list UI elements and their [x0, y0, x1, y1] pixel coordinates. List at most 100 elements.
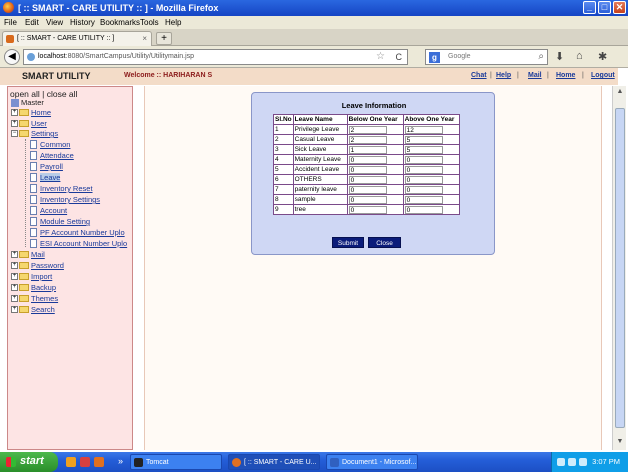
above-one-year-input[interactable]: 12 [404, 125, 443, 134]
close-button[interactable]: Close [368, 237, 401, 248]
menu-file[interactable]: File [4, 18, 17, 27]
collapse-icon[interactable]: − [11, 130, 18, 138]
maximize-button[interactable]: □ [598, 1, 611, 14]
below-one-year-input[interactable]: 0 [348, 155, 387, 164]
below-one-year-input[interactable]: 2 [348, 135, 387, 144]
sidebar-item-backup[interactable]: + Backup [11, 283, 56, 293]
below-one-year-input[interactable]: 0 [348, 175, 387, 184]
sidebar-item-inventory-settings[interactable]: Inventory Settings [30, 195, 100, 205]
browser-tab[interactable]: [ :: SMART - CARE UTILITY :: ] × [2, 31, 152, 46]
sidebar-item-settings[interactable]: − Settings [11, 129, 58, 139]
sidebar-item-payroll[interactable]: Payroll [30, 162, 63, 172]
download-icon[interactable]: ⬇ [555, 50, 564, 63]
above-one-year-input[interactable]: 5 [404, 145, 443, 154]
back-button[interactable]: ◀ [4, 49, 20, 65]
search-engine-icon[interactable]: g [429, 52, 440, 63]
expand-icon[interactable]: + [11, 262, 18, 270]
table-row: 1 Privilege Leave 2 12 [273, 124, 460, 135]
quicklaunch-icon[interactable] [80, 457, 90, 467]
folder-icon [19, 295, 29, 303]
taskbar-item-word[interactable]: Document1 - Microsof... [326, 454, 418, 470]
folder-icon [19, 109, 29, 117]
tree-root-master[interactable]: Master [11, 98, 44, 108]
sidebar-item-attendace[interactable]: Attendace [30, 151, 74, 161]
sidebar-item-home[interactable]: + Home [11, 108, 51, 118]
tray-icon[interactable] [557, 458, 565, 466]
above-one-year-input[interactable]: 0 [404, 205, 443, 214]
submit-button[interactable]: Submit [332, 237, 364, 248]
tab-close-icon[interactable]: × [142, 34, 147, 43]
sidebar-item-themes[interactable]: + Themes [11, 294, 58, 304]
above-one-year-input[interactable]: 5 [404, 135, 443, 144]
sidebar-item-inventory-reset[interactable]: Inventory Reset [30, 184, 93, 194]
sidebar-item-search[interactable]: + Search [11, 305, 55, 315]
expand-icon[interactable]: + [11, 120, 18, 128]
scroll-down-icon[interactable]: ▼ [615, 438, 625, 448]
expand-icon[interactable]: + [11, 251, 18, 259]
above-one-year-input[interactable]: 0 [404, 155, 443, 164]
sidebar-item-module-setting[interactable]: Module Setting [30, 217, 90, 227]
home-icon[interactable]: ⌂ [576, 50, 583, 62]
url-bar[interactable]: localhost:8080/SmartCampus/Utility/Utili… [23, 49, 408, 65]
close-window-button[interactable]: ✕ [613, 1, 626, 14]
scrollbar-thumb[interactable] [615, 108, 625, 428]
sidebar-item-password[interactable]: + Password [11, 261, 64, 271]
reload-icon[interactable]: C [396, 52, 403, 62]
below-one-year-input[interactable]: 0 [348, 205, 387, 214]
sidebar-item-user[interactable]: + User [11, 119, 47, 129]
menu-history[interactable]: History [70, 18, 95, 27]
below-one-year-input[interactable]: 0 [348, 195, 387, 204]
menu-edit[interactable]: Edit [25, 18, 39, 27]
expand-icon[interactable]: + [11, 273, 18, 281]
sidebar-item-import[interactable]: + Import [11, 272, 52, 282]
sidebar-item-mail[interactable]: + Mail [11, 250, 45, 260]
expand-icon[interactable]: + [11, 295, 18, 303]
mail-link[interactable]: Mail [528, 72, 542, 79]
table-cell: 5 [273, 164, 294, 175]
expand-icon[interactable]: + [11, 109, 18, 117]
quicklaunch-icon[interactable] [94, 457, 104, 467]
search-bar[interactable]: g Google ⌕ [425, 49, 548, 65]
home-link[interactable]: Home [556, 72, 575, 79]
below-one-year-input[interactable]: 0 [348, 185, 387, 194]
sidebar-item-common[interactable]: Common [30, 140, 70, 150]
sidebar-item-pf-upload[interactable]: PF Account Number Uplo [30, 228, 125, 238]
below-one-year-input[interactable]: 2 [348, 125, 387, 134]
bookmark-star-icon[interactable]: ☆ [376, 51, 385, 62]
tray-icon[interactable] [568, 458, 576, 466]
logout-link[interactable]: Logout [591, 72, 615, 79]
table-row: 3 Sick Leave 1 5 [273, 144, 460, 155]
word-icon [330, 458, 339, 467]
taskbar-item-firefox[interactable]: [ :: SMART - CARE U... [228, 454, 320, 470]
quicklaunch-chevron-icon[interactable]: » [118, 456, 123, 466]
sidebar-item-esi-upload[interactable]: ESI Account Number Uplo [30, 239, 127, 249]
tray-icon[interactable] [579, 458, 587, 466]
chat-link[interactable]: Chat [471, 72, 487, 79]
sidebar-item-account[interactable]: Account [30, 206, 67, 216]
app-brand: SMART UTILITY [22, 71, 91, 81]
below-one-year-input[interactable]: 1 [348, 145, 387, 154]
menu-view[interactable]: View [46, 18, 63, 27]
menu-bookmarks[interactable]: Bookmarks [100, 18, 140, 27]
above-one-year-input[interactable]: 0 [404, 195, 443, 204]
menu-tools[interactable]: Tools [140, 18, 159, 27]
site-identity-icon[interactable] [27, 53, 35, 61]
above-one-year-input[interactable]: 0 [404, 185, 443, 194]
expand-icon[interactable]: + [11, 306, 18, 314]
above-one-year-input[interactable]: 0 [404, 175, 443, 184]
below-one-year-input[interactable]: 0 [348, 165, 387, 174]
vertical-scrollbar[interactable]: ▲ ▼ [612, 86, 626, 450]
menu-help[interactable]: Help [165, 18, 181, 27]
search-icon[interactable]: ⌕ [538, 51, 544, 62]
new-tab-button[interactable]: + [156, 32, 172, 45]
help-link[interactable]: Help [496, 72, 511, 79]
minimize-button[interactable]: _ [583, 1, 596, 14]
quicklaunch-icon[interactable] [66, 457, 76, 467]
taskbar-item-tomcat[interactable]: Tomcat [130, 454, 222, 470]
start-button[interactable]: start [0, 452, 58, 472]
addon-icon[interactable]: ✱ [598, 50, 607, 63]
scroll-up-icon[interactable]: ▲ [615, 88, 625, 98]
above-one-year-input[interactable]: 0 [404, 165, 443, 174]
sidebar-item-leave[interactable]: Leave [30, 173, 61, 183]
expand-icon[interactable]: + [11, 284, 18, 292]
